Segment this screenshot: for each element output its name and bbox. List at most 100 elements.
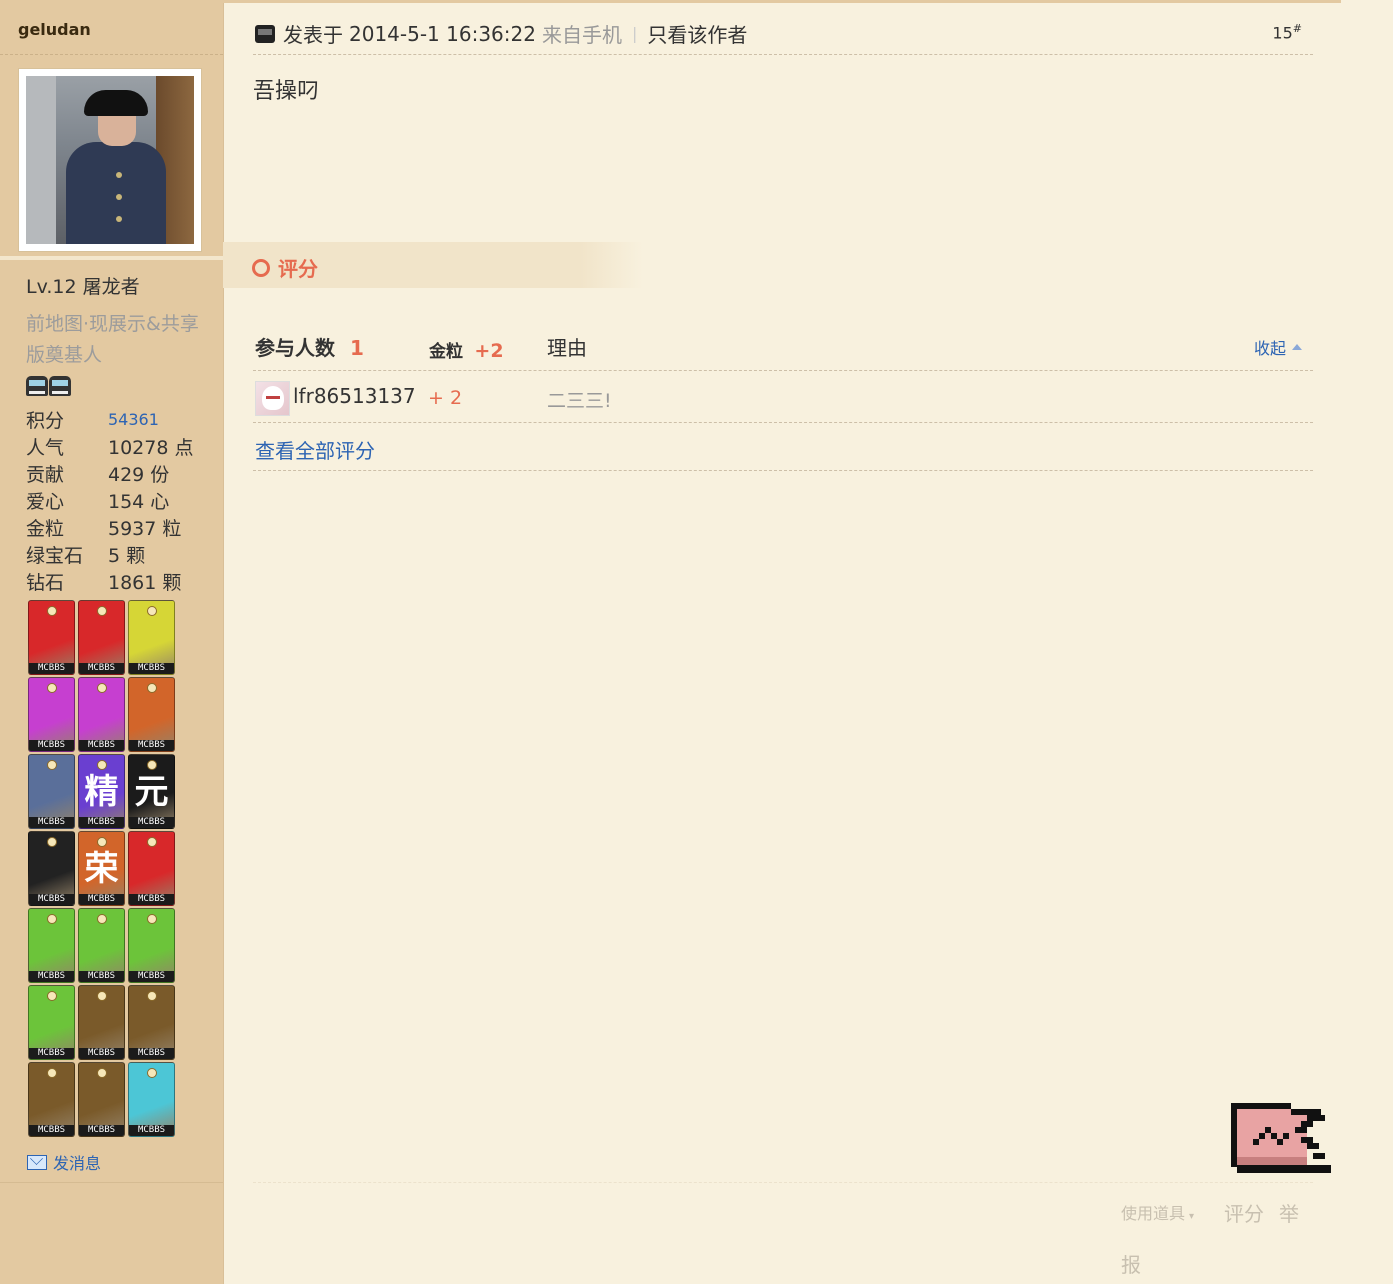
mobile-device-icon xyxy=(255,24,275,43)
book-medal-icon[interactable]: MCBBS xyxy=(78,985,125,1060)
chevron-down-icon: ▾ xyxy=(1189,1211,1195,1222)
avatar[interactable] xyxy=(19,69,201,251)
portrait-medal-icon[interactable]: MCBBS xyxy=(28,677,75,752)
trophy-medal-icon[interactable]: MCBBS xyxy=(128,1062,175,1137)
medal-hole xyxy=(147,837,157,847)
rater-reason: 二三三! xyxy=(547,390,612,412)
medal-hole xyxy=(97,837,107,847)
report-button-part1[interactable]: 举 xyxy=(1279,1198,1299,1227)
stat-row: 贡献 429 份 xyxy=(26,460,193,487)
no-sign-medal-icon[interactable]: MCBBS xyxy=(28,985,75,1060)
bed-medal-icon[interactable]: MCBBS xyxy=(28,1062,75,1137)
participants-count: 1 xyxy=(349,336,364,360)
medal-hole xyxy=(147,1068,157,1078)
divider xyxy=(253,1182,1313,1183)
floor-value: 15 xyxy=(1272,23,1293,43)
rank-star-icon xyxy=(49,376,71,396)
sponge-medal-icon[interactable]: MCBBS xyxy=(78,908,125,983)
only-author-link[interactable]: 只看该作者 xyxy=(647,19,747,48)
currency-total: +2 xyxy=(474,340,504,362)
collapse-button[interactable]: 收起 xyxy=(1254,335,1303,359)
medal-tag: MCBBS xyxy=(29,1125,74,1136)
divider xyxy=(0,256,223,260)
stat-row: 积分 54361 xyxy=(26,406,193,433)
author-username[interactable]: geludan xyxy=(18,20,91,39)
medal-tag: MCBBS xyxy=(129,894,174,905)
divider xyxy=(253,470,1313,471)
stat-value: 5937 粒 xyxy=(108,518,182,540)
news-sign-medal-icon[interactable]: MCBBS xyxy=(128,908,175,983)
gold-ingot-medal-icon[interactable]: MCBBS xyxy=(28,908,75,983)
rank-stars xyxy=(26,376,72,398)
rate-button[interactable]: 评分 xyxy=(1224,1198,1264,1227)
stat-label: 人气 xyxy=(26,437,65,459)
divider xyxy=(253,422,1313,423)
stat-row: 绿宝石 5 颗 xyxy=(26,541,193,568)
floor-number[interactable]: 15# xyxy=(1272,22,1302,42)
view-all-ratings-link[interactable]: 查看全部评分 xyxy=(255,435,375,464)
send-message-label: 发消息 xyxy=(53,1154,102,1173)
author-sidebar: geludan Lv.12 屠龙者 前地图·现展示&共享版奠基人 积分 5436… xyxy=(0,0,224,1284)
medal-tag: MCBBS xyxy=(79,971,124,982)
divider xyxy=(253,54,1313,55)
medal-tag: MCBBS xyxy=(79,1125,124,1136)
apple-medal-icon[interactable]: MCBBS xyxy=(28,600,75,675)
furnace-medal-icon[interactable]: MCBBS xyxy=(128,985,175,1060)
medal-tag: MCBBS xyxy=(79,740,124,751)
user-level[interactable]: Lv.12 屠龙者 xyxy=(26,272,140,299)
cake-medal-icon[interactable]: MCBBS xyxy=(28,754,75,829)
logo-medal-icon[interactable]: MCBBS xyxy=(128,831,175,906)
apple-red-medal-icon[interactable]: MCBBS xyxy=(78,677,125,752)
medal-hole xyxy=(147,914,157,924)
rong-medal-icon[interactable]: 荣 MCBBS xyxy=(78,831,125,906)
medal-tag: MCBBS xyxy=(129,1048,174,1059)
yuan-medal-icon[interactable]: 元 MCBBS xyxy=(128,754,175,829)
currency-label: 金粒 xyxy=(429,342,463,362)
rater-avatar[interactable] xyxy=(255,381,290,416)
rater-username[interactable]: lfr86513137 xyxy=(293,384,416,408)
stat-label: 爱心 xyxy=(26,491,65,513)
floor-mark: # xyxy=(1292,22,1302,35)
rating-title-label: 评分 xyxy=(278,257,318,281)
ring-icon xyxy=(252,258,270,277)
stat-value[interactable]: 54361 xyxy=(108,410,159,429)
post-source[interactable]: 来自手机 xyxy=(542,19,622,48)
medal-tag: MCBBS xyxy=(79,894,124,905)
currency-header: 金粒 +2 xyxy=(429,337,504,362)
top-border xyxy=(223,0,1341,3)
pickaxe-medal-icon[interactable]: MCBBS xyxy=(128,600,175,675)
medal-hole xyxy=(47,760,57,770)
send-message-link[interactable]: 发消息 xyxy=(27,1150,101,1174)
painting-medal-icon[interactable]: MCBBS xyxy=(78,1062,125,1137)
report-button-part2[interactable]: 报 xyxy=(1121,1249,1141,1278)
medal-tag: MCBBS xyxy=(29,971,74,982)
avatar-image[interactable] xyxy=(26,76,194,244)
medal-hole xyxy=(147,606,157,616)
jing-medal-icon[interactable]: 精 MCBBS xyxy=(78,754,125,829)
medal-hole xyxy=(47,837,57,847)
medal-hole xyxy=(147,991,157,1001)
medal-hole xyxy=(47,606,57,616)
reason-header: 理由 xyxy=(547,336,587,360)
ore-medal-icon[interactable]: MCBBS xyxy=(28,831,75,906)
medal-hole xyxy=(147,683,157,693)
divider xyxy=(0,54,223,55)
medal-glyph: 荣 xyxy=(84,849,119,889)
stat-label: 贡献 xyxy=(26,464,65,486)
windows-medal-icon[interactable]: MCBBS xyxy=(78,600,125,675)
medal-hole xyxy=(47,991,57,1001)
stat-row: 钻石 1861 颗 xyxy=(26,568,193,595)
medal-glyph: 元 xyxy=(134,772,169,812)
medal-tag: MCBBS xyxy=(129,971,174,982)
heart-medal-icon[interactable]: MCBBS xyxy=(128,677,175,752)
stat-label: 积分 xyxy=(26,410,65,432)
stat-value: 1861 颗 xyxy=(108,572,182,594)
rank-star-icon xyxy=(26,376,48,396)
stat-value: 154 心 xyxy=(108,491,170,513)
user-custom-title: 前地图·现展示&共享版奠基人 xyxy=(26,313,199,366)
pixel-flag-icon xyxy=(1231,1103,1331,1173)
use-tool-menu[interactable]: 使用道具 ▾ xyxy=(1121,1200,1194,1224)
stat-label: 钻石 xyxy=(26,572,65,594)
medal-tag: MCBBS xyxy=(79,1048,124,1059)
mail-icon xyxy=(27,1154,47,1170)
